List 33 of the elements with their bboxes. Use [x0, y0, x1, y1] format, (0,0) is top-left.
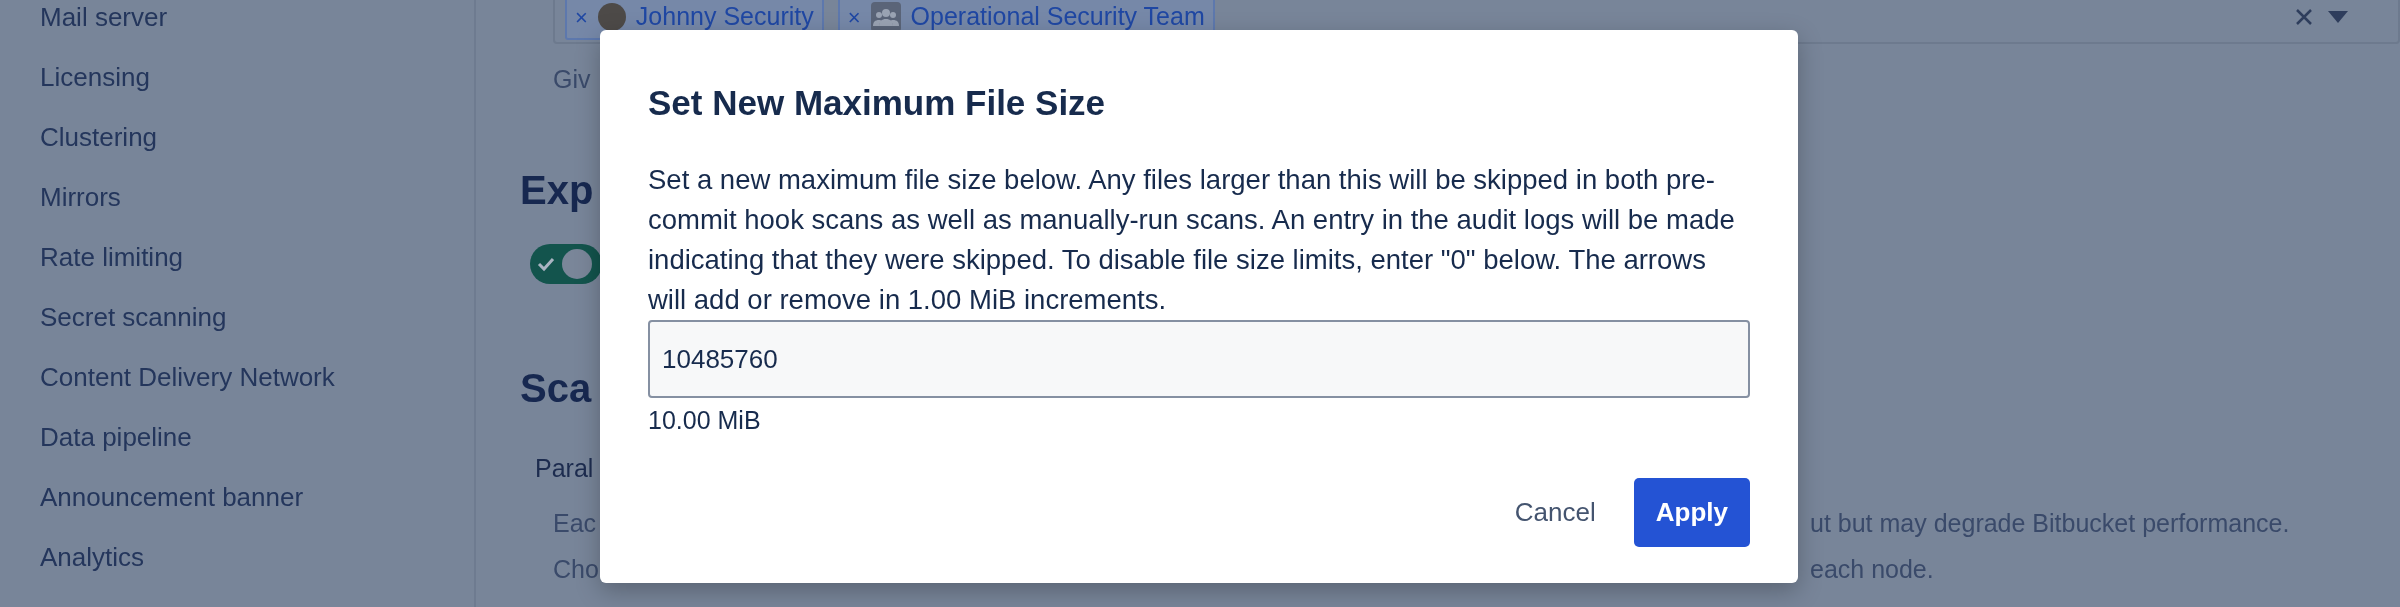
dialog-title: Set New Maximum File Size [648, 82, 1107, 124]
sidebar-item[interactable]: Licensing [40, 47, 474, 107]
sidebar-item[interactable]: Secret scanning [40, 287, 474, 347]
clear-icon[interactable] [2294, 7, 2314, 27]
file-size-input[interactable]: 10485760 [648, 320, 1750, 398]
sidebar-item[interactable]: Data pipeline [40, 407, 474, 467]
description-text: Eac [553, 508, 598, 539]
description-text: ut but may degrade Bitbucket performance. [1810, 508, 2290, 539]
caret-icon[interactable] [2328, 11, 2348, 23]
size-hint: 10.00 MiB [648, 405, 762, 436]
apply-button[interactable]: Apply [1633, 477, 1750, 547]
sidebar-item[interactable]: Content Delivery Network [40, 347, 474, 407]
sidebar-item[interactable]: Mail server [40, 0, 474, 47]
setting-label: Paral [535, 452, 595, 484]
section-heading: Sca [520, 364, 592, 412]
toggle-switch[interactable] [530, 243, 602, 284]
sidebar-item[interactable]: Clustering [40, 107, 474, 167]
cancel-button[interactable]: Cancel [1492, 477, 1618, 547]
description-text: Cho [553, 553, 600, 585]
section-heading: Exp [520, 166, 594, 214]
help-text: Giv [553, 64, 591, 95]
sidebar-item[interactable]: Analytics [40, 527, 474, 587]
remove-tag-button[interactable]: × [575, 0, 588, 34]
dialog-description: Set a new maximum file size below. Any files larger than this will be skipped in both pre-commit hook scans as well as manually-run scans. An entry in the audit logs will be made indicating that they were skipped. To disable file size limits, enter "0" below. The arrows will add or remove in 1.00 MiB increments. [648, 163, 1736, 317]
tag-label: Operational Security Team [910, 1, 1205, 33]
people-icon [870, 2, 901, 32]
sidebar-item[interactable]: Announcement banner [40, 467, 474, 527]
sidebar-item[interactable]: Mirrors [40, 167, 474, 227]
sidebar-item[interactable]: Rate limiting [40, 227, 474, 287]
avatar-placeholder [597, 3, 626, 31]
description-text: each node. [1810, 553, 1934, 585]
remove-tag-button[interactable]: × [847, 0, 861, 34]
tag-label: Johnny Security [635, 1, 814, 33]
